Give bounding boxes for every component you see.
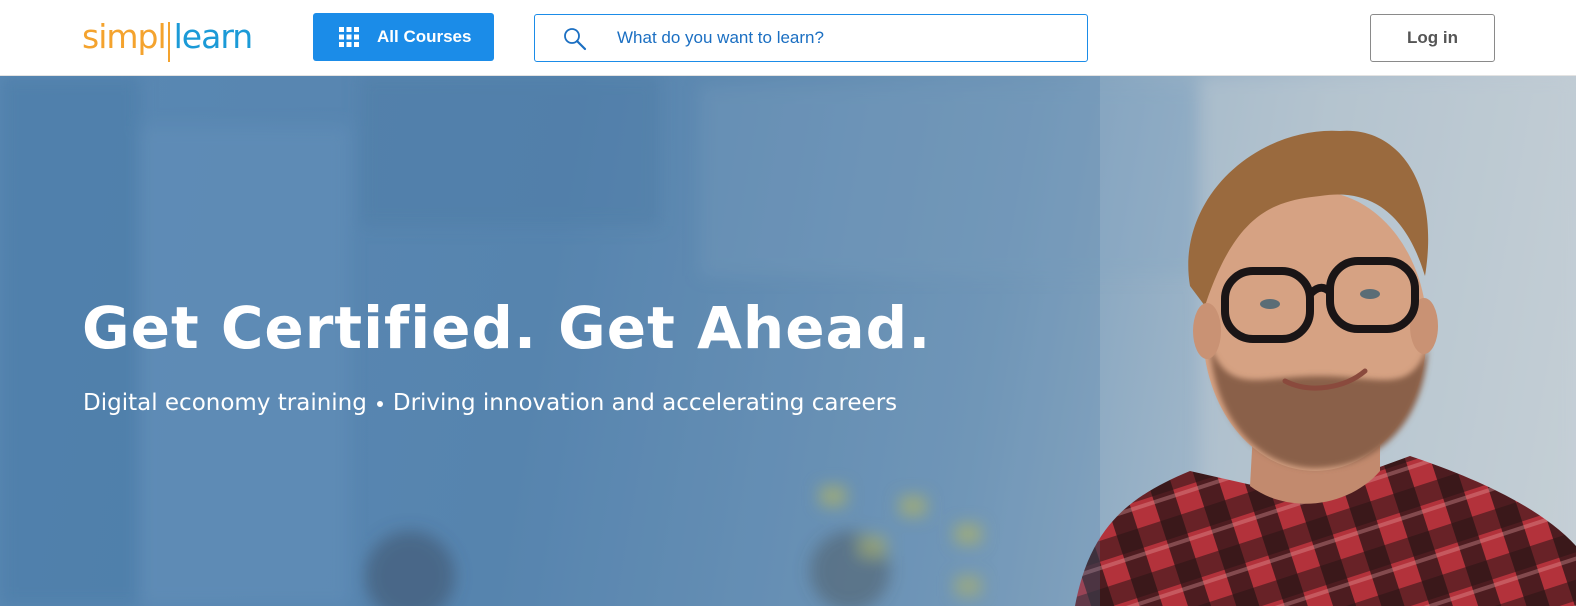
hero-banner: Get Certified. Get Ahead. Digital econom… xyxy=(0,76,1576,606)
all-courses-label: All Courses xyxy=(377,27,472,46)
grid-icon xyxy=(339,27,359,47)
site-header: simpllearn All Courses L xyxy=(0,0,1576,76)
all-courses-button[interactable]: All Courses xyxy=(313,13,494,61)
logo-text-simpl: simpl xyxy=(82,17,167,56)
hero-subtitle-part1: Digital economy training xyxy=(83,390,367,416)
login-button[interactable]: Log in xyxy=(1370,14,1495,62)
hero-subtitle: Digital economy training Driving innovati… xyxy=(83,390,897,416)
simplilearn-logo[interactable]: simpl learn xyxy=(82,14,254,66)
hero-subtitle-part2: Driving innovation and accelerating care… xyxy=(392,390,898,416)
search-input[interactable] xyxy=(615,23,1075,53)
logo-divider xyxy=(167,22,170,62)
hero-title: Get Certified. Get Ahead. xyxy=(82,294,932,362)
logo-text-learn: learn xyxy=(173,17,254,56)
search-box[interactable] xyxy=(534,14,1088,62)
search-icon[interactable] xyxy=(563,27,587,51)
bullet-separator xyxy=(376,400,383,407)
